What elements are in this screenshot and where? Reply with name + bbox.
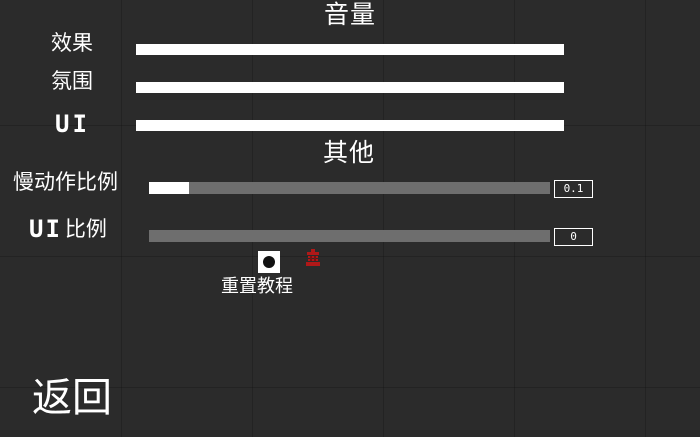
effects-volume-slider[interactable] bbox=[136, 44, 564, 55]
slowmo-scale-label: 慢动作比例 bbox=[13, 170, 118, 194]
back-button[interactable]: 返回 bbox=[32, 378, 112, 418]
ui-scale-label: UI 比例 bbox=[29, 217, 107, 241]
ui-scale-value[interactable]: 0 bbox=[554, 228, 593, 246]
ui-scale-label-suffix: 比例 bbox=[64, 216, 107, 241]
slowmo-scale-value[interactable]: 0.1 bbox=[554, 180, 593, 198]
ui-volume-label: UI bbox=[55, 110, 90, 138]
reset-tutorial-label: 重置教程 bbox=[221, 276, 293, 297]
ui-volume-slider[interactable] bbox=[136, 120, 564, 131]
warning-glyph-icon bbox=[303, 247, 325, 269]
ui-scale-label-prefix: UI bbox=[29, 215, 62, 243]
ambience-volume-label: 氛围 bbox=[51, 69, 93, 93]
volume-section-title: 音量 bbox=[324, 0, 377, 29]
reset-tutorial-toggle-dot bbox=[263, 256, 275, 268]
other-section-title: 其他 bbox=[323, 138, 376, 167]
slowmo-scale-fill bbox=[149, 182, 190, 194]
ui-scale-slider[interactable] bbox=[149, 230, 550, 242]
effects-volume-label: 效果 bbox=[51, 31, 93, 55]
reset-tutorial-toggle[interactable] bbox=[258, 251, 280, 273]
slowmo-scale-slider[interactable] bbox=[149, 182, 550, 194]
ambience-volume-slider[interactable] bbox=[136, 82, 564, 93]
